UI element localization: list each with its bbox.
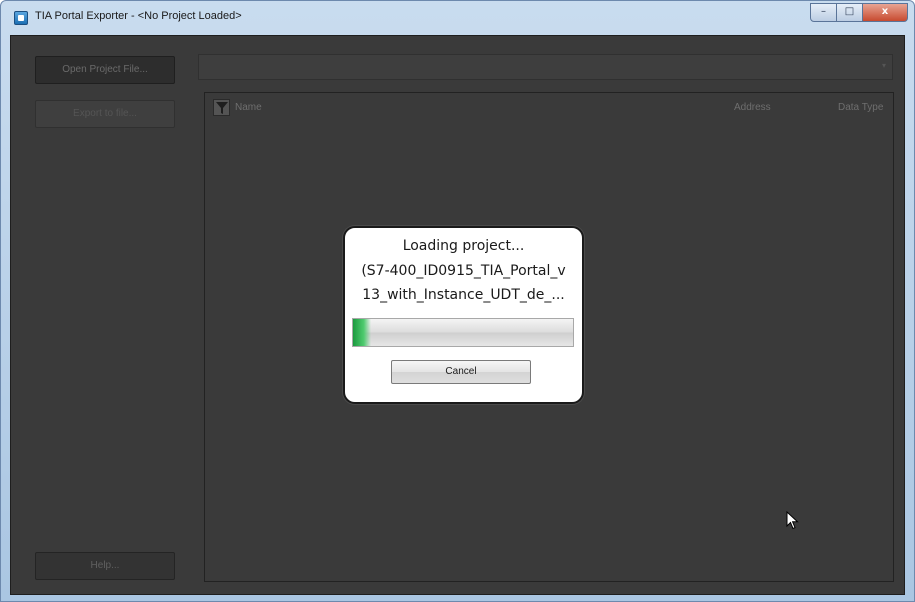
- column-header-data-type[interactable]: Data Type: [838, 102, 883, 113]
- minimize-button[interactable]: –: [810, 3, 837, 22]
- loading-dialog: Loading project... (S7-400_ID0915_TIA_Po…: [343, 226, 584, 404]
- project-name-line-1: (S7-400_ID0915_TIA_Portal_v: [361, 263, 566, 279]
- filter-icon[interactable]: [213, 99, 230, 116]
- tia-app-icon: [14, 11, 28, 25]
- cancel-button[interactable]: Cancel: [391, 360, 531, 384]
- title-bar[interactable]: TIA Portal Exporter - <No Project Loaded…: [1, 1, 914, 35]
- help-button[interactable]: Help...: [35, 552, 175, 580]
- window-title: TIA Portal Exporter - <No Project Loaded…: [35, 10, 242, 22]
- project-path-field[interactable]: ▾: [198, 54, 893, 80]
- column-header-address[interactable]: Address: [734, 102, 771, 113]
- progress-fill: [353, 319, 371, 346]
- caption-buttons: – □ x: [810, 3, 908, 23]
- dropdown-arrow-icon[interactable]: ▾: [882, 61, 886, 70]
- project-name-line-2: 13_with_Instance_UDT_de_...: [362, 287, 565, 303]
- open-project-button[interactable]: Open Project File...: [35, 56, 175, 84]
- column-header-name[interactable]: Name: [235, 102, 262, 113]
- export-to-file-button[interactable]: Export to file...: [35, 100, 175, 128]
- maximize-button[interactable]: □: [837, 3, 863, 22]
- mouse-pointer-icon: [786, 511, 799, 530]
- app-window: TIA Portal Exporter - <No Project Loaded…: [0, 0, 915, 602]
- grid-header: Name Address Data Type: [205, 93, 893, 123]
- loading-message: Loading project...: [402, 238, 525, 254]
- close-button[interactable]: x: [863, 3, 908, 22]
- loading-progress-bar: [352, 318, 574, 347]
